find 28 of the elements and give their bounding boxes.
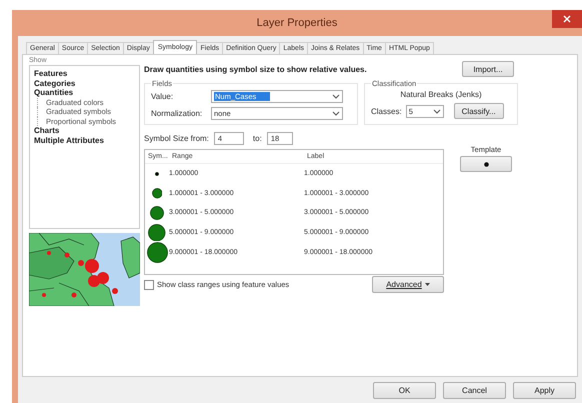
field-label: Classes:	[371, 106, 402, 116]
caret-icon	[332, 94, 340, 99]
list-item[interactable]: Quantities	[34, 88, 135, 98]
description-text: Draw quantities using symbol size to show relative values.	[144, 64, 367, 74]
caret-icon	[424, 283, 430, 286]
classify-button[interactable]: Classify...	[454, 103, 504, 119]
close-icon	[563, 15, 571, 23]
list-item[interactable]: Features	[34, 69, 135, 78]
checkbox[interactable]	[144, 280, 154, 290]
caret-icon	[332, 111, 340, 116]
method-text: Natural Breaks (Jenks)	[400, 90, 482, 99]
window-title: Layer Properties	[256, 17, 338, 29]
list-item[interactable]: Charts	[34, 126, 135, 136]
field-label: Normalization:	[151, 109, 204, 118]
list-item[interactable]: Multiple Attributes	[34, 136, 135, 145]
ok-button[interactable]: OK	[373, 382, 436, 398]
list-item[interactable]: Categories	[34, 78, 135, 88]
field-label: to:	[252, 134, 262, 143]
caret-icon	[432, 108, 441, 114]
close-button[interactable]	[552, 10, 582, 28]
field-label: Symbol Size from:	[144, 134, 209, 143]
advanced-button[interactable]: Advanced	[372, 276, 444, 293]
apply-button[interactable]: Apply	[513, 382, 576, 398]
import-button[interactable]: Import...	[462, 61, 514, 77]
dot-icon	[484, 162, 488, 166]
template-button[interactable]	[460, 156, 512, 172]
cancel-button[interactable]: Cancel	[443, 382, 506, 398]
field-label: Value:	[151, 92, 174, 101]
